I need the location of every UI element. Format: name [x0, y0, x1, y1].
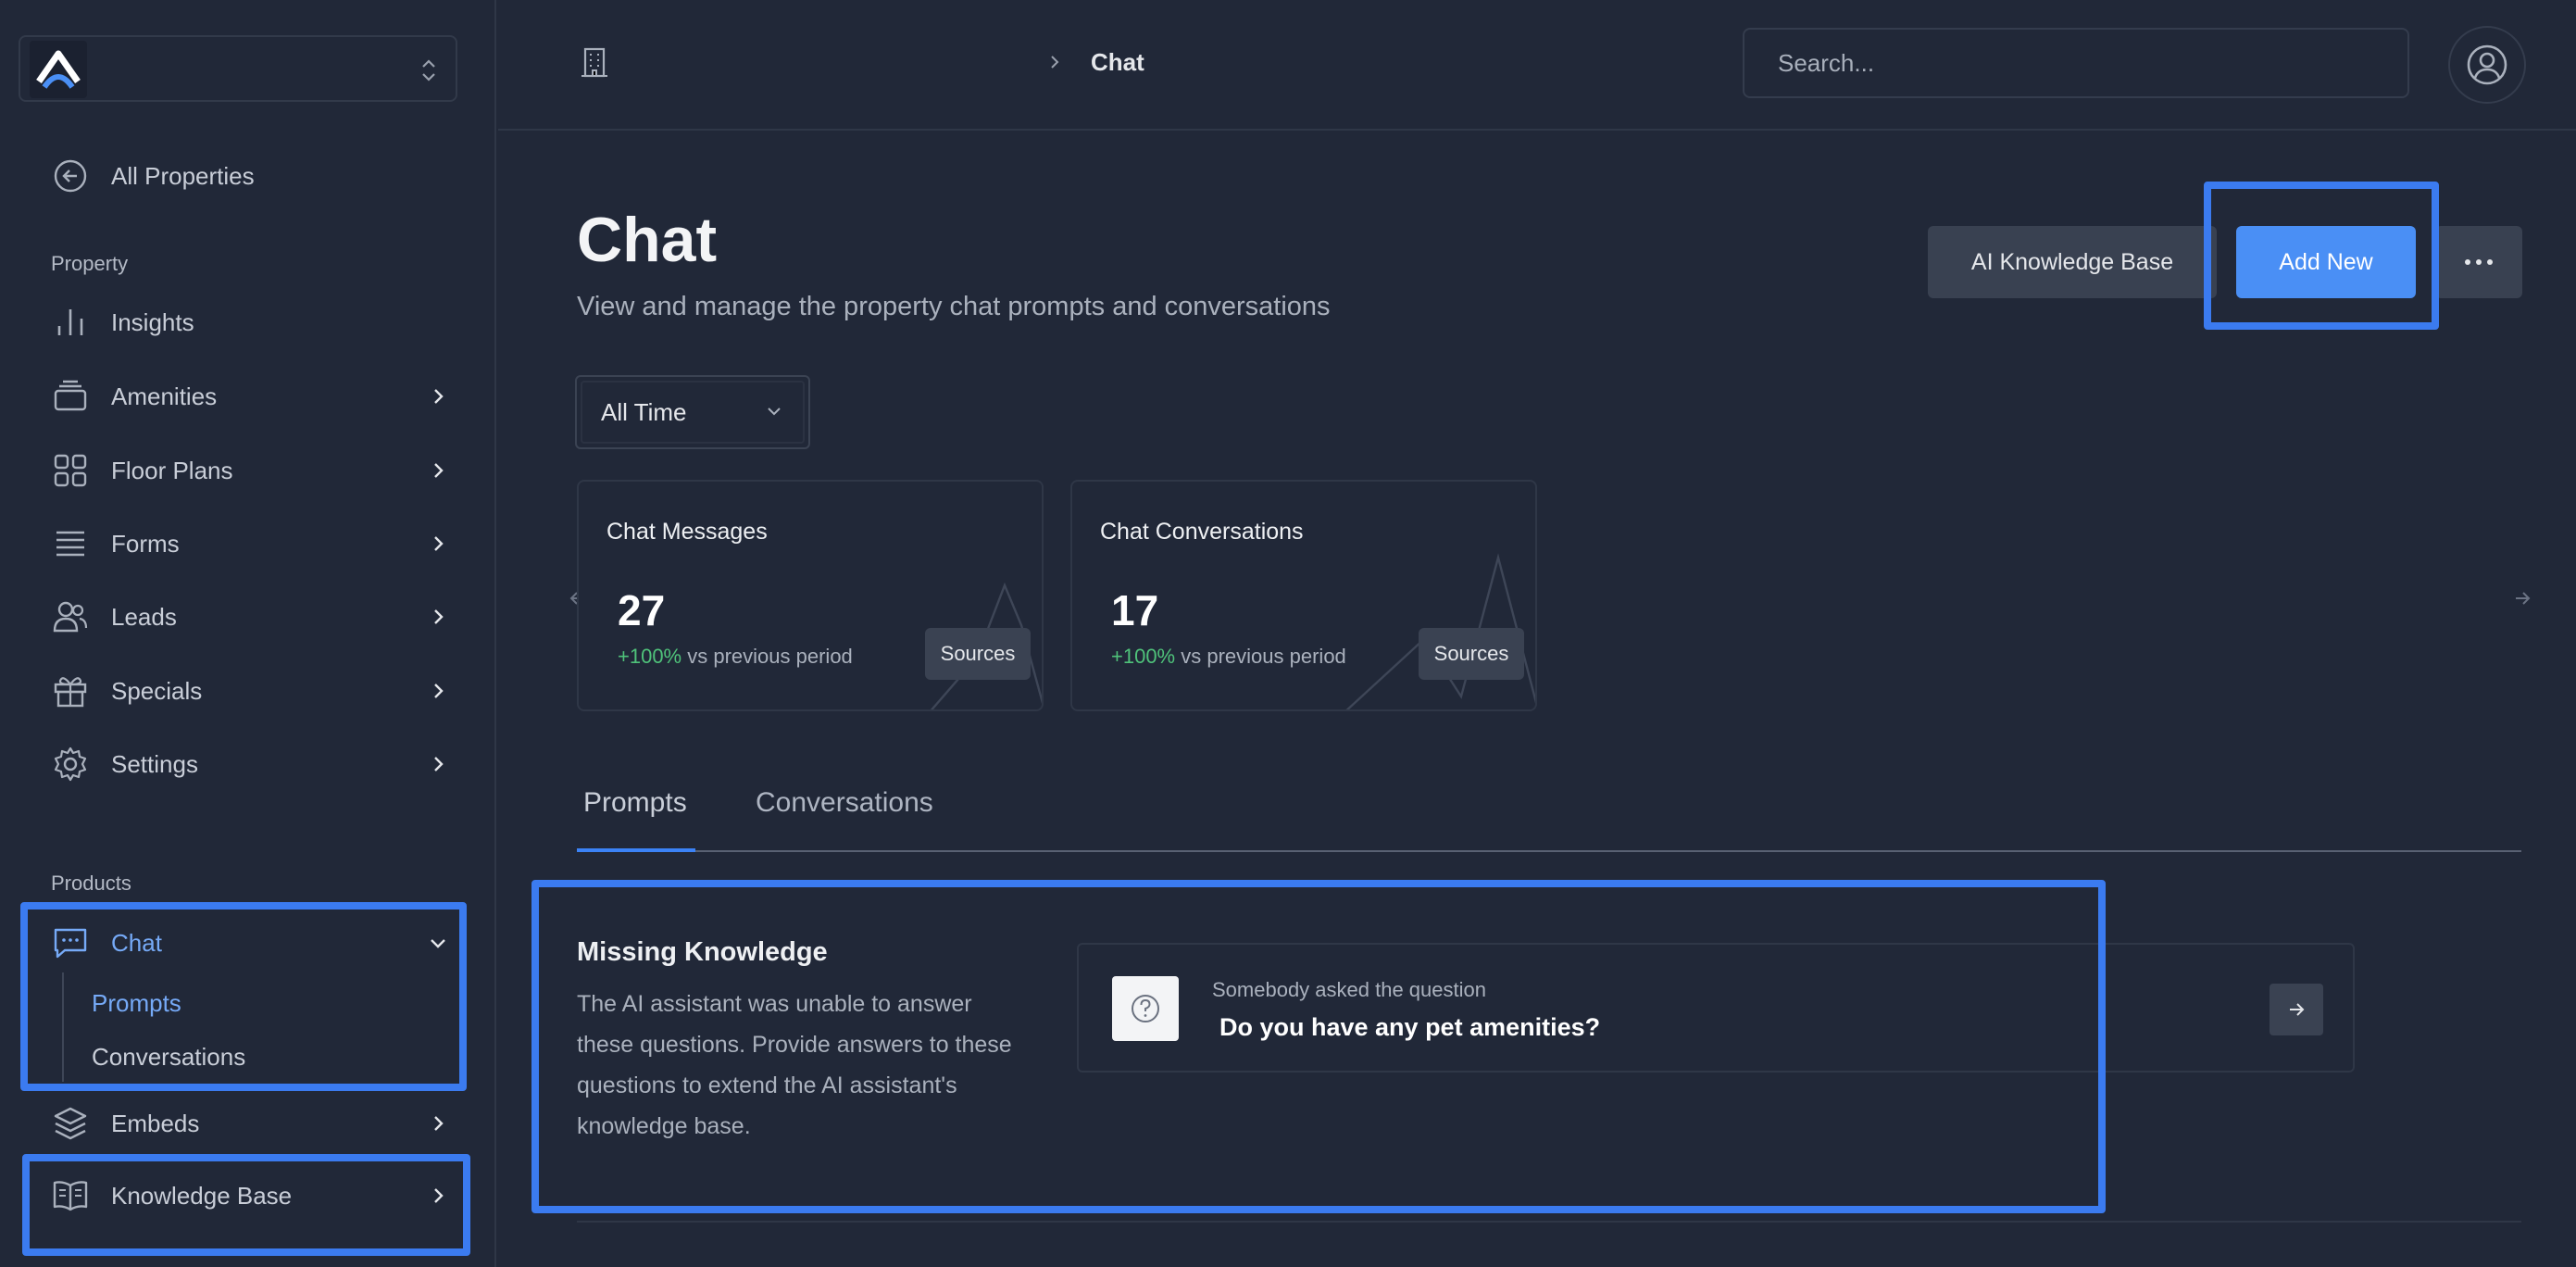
stat-change: +100% vs previous period — [1111, 645, 1346, 669]
sidebar-item-label: Amenities — [111, 382, 218, 410]
bar-chart-icon — [52, 304, 89, 341]
sidebar: All Properties Property Insights Ameniti… — [0, 0, 496, 1267]
arrow-left-circle-icon — [52, 157, 89, 194]
sidebar-item-knowledge-base[interactable]: Knowledge Base — [52, 1170, 450, 1222]
page-subtitle: View and manage the property chat prompt… — [577, 292, 1331, 321]
chevron-right-icon — [428, 681, 448, 701]
grid-icon — [52, 452, 89, 489]
stat-change-percent: +100% — [618, 645, 682, 668]
tab-conversations[interactable]: Conversations — [756, 787, 933, 819]
sidebar-item-label: Floor Plans — [111, 456, 233, 484]
chevron-down-icon — [764, 401, 784, 421]
question-caption: Somebody asked the question — [1212, 978, 1486, 1001]
sidebar-item-settings[interactable]: Settings — [52, 738, 450, 790]
sources-button[interactable]: Sources — [1419, 628, 1524, 680]
chevron-right-icon — [428, 533, 448, 554]
chevron-right-icon — [428, 1185, 448, 1206]
question-text: Do you have any pet amenities? — [1219, 1013, 1601, 1041]
arrow-right-icon — [2516, 592, 2531, 605]
app-logo — [30, 41, 87, 98]
layers-icon — [52, 1105, 89, 1142]
stat-card-chat-messages: Chat Messages 27 +100% vs previous perio… — [577, 480, 1044, 711]
chat-bubble-icon — [52, 924, 89, 961]
stat-card-chat-conversations: Chat Conversations 17 +100% vs previous … — [1070, 480, 1537, 711]
user-avatar-button[interactable] — [2448, 26, 2526, 104]
sidebar-item-floor-plans[interactable]: Floor Plans — [52, 445, 450, 496]
all-properties-label: All Properties — [111, 161, 255, 190]
sidebar-item-label: Settings — [111, 749, 198, 778]
section-label-property: Property — [51, 252, 129, 275]
gear-icon — [52, 746, 89, 783]
search-input[interactable] — [1743, 28, 2409, 98]
page-title: Chat — [577, 205, 718, 275]
property-switcher[interactable] — [19, 35, 457, 102]
sidebar-item-label: Forms — [111, 529, 180, 558]
book-open-icon — [52, 1177, 89, 1214]
ai-knowledge-base-button[interactable]: AI Knowledge Base — [1928, 226, 2217, 298]
more-options-button[interactable] — [2435, 226, 2522, 298]
chevron-up-down-icon — [417, 56, 441, 85]
sidebar-item-label: Chat — [111, 928, 162, 957]
sidebar-item-amenities[interactable]: Amenities — [52, 370, 450, 422]
chevron-right-icon — [428, 1113, 448, 1134]
stack-icon — [52, 378, 89, 415]
chevron-right-icon — [428, 460, 448, 481]
breadcrumb-separator-icon — [1044, 52, 1065, 72]
stat-change-percent: +100% — [1111, 645, 1176, 668]
stat-value: 17 — [1111, 586, 1159, 634]
unanswered-question-card[interactable]: Somebody asked the question Do you have … — [1077, 943, 2355, 1073]
tab-bar: Prompts Conversations — [577, 769, 2521, 852]
stat-change: +100% vs previous period — [618, 645, 853, 669]
sidebar-item-embeds[interactable]: Embeds — [52, 1098, 450, 1149]
stat-title: Chat Conversations — [1100, 519, 1304, 545]
active-tab-indicator — [577, 848, 695, 852]
divider — [577, 1221, 2521, 1223]
arrow-right-icon — [2290, 1003, 2305, 1016]
sidebar-item-chat[interactable]: Chat — [52, 917, 450, 969]
stat-change-label: vs previous period — [687, 645, 853, 668]
chevron-right-icon — [428, 754, 448, 774]
sidebar-item-forms[interactable]: Forms — [52, 518, 450, 570]
sidebar-item-label: Knowledge Base — [111, 1181, 293, 1210]
sidebar-subitem-prompts[interactable]: Prompts — [92, 989, 181, 1018]
question-mark-icon — [1112, 976, 1179, 1041]
users-icon — [52, 598, 89, 635]
stat-title: Chat Messages — [606, 519, 768, 545]
breadcrumb-current[interactable]: Chat — [1091, 48, 1144, 77]
user-circle-icon — [2467, 44, 2507, 85]
list-icon — [52, 525, 89, 562]
chevron-right-icon — [428, 607, 448, 627]
submenu-line — [62, 972, 64, 1082]
sources-button[interactable]: Sources — [925, 628, 1031, 680]
sidebar-subitem-conversations[interactable]: Conversations — [92, 1043, 245, 1072]
section-label-products: Products — [51, 872, 131, 895]
answer-question-button[interactable] — [2270, 984, 2323, 1035]
tab-prompts[interactable]: Prompts — [583, 787, 687, 819]
topbar: Chat — [498, 0, 2576, 131]
chevron-down-icon — [428, 933, 448, 953]
carousel-next-button[interactable] — [2498, 574, 2546, 622]
sidebar-item-insights[interactable]: Insights — [52, 296, 450, 348]
building-icon[interactable] — [580, 46, 609, 78]
add-new-button[interactable]: Add New — [2236, 226, 2416, 298]
sidebar-item-label: Leads — [111, 602, 177, 631]
sidebar-item-specials[interactable]: Specials — [52, 665, 450, 717]
time-range-select[interactable]: All Time — [575, 375, 810, 449]
stat-value: 27 — [618, 586, 666, 634]
sidebar-item-label: Embeds — [111, 1109, 200, 1137]
chevron-right-icon — [428, 386, 448, 407]
missing-knowledge-description: The AI assistant was unable to answer th… — [577, 991, 1012, 1139]
sidebar-item-label: Specials — [111, 676, 203, 705]
all-properties-link[interactable]: All Properties — [52, 150, 450, 202]
gift-icon — [52, 672, 89, 709]
sidebar-item-leads[interactable]: Leads — [52, 591, 450, 643]
ellipsis-icon — [2465, 259, 2493, 265]
missing-knowledge-title: Missing Knowledge — [577, 937, 828, 967]
sidebar-item-label: Insights — [111, 307, 194, 336]
stat-change-label: vs previous period — [1181, 645, 1346, 668]
